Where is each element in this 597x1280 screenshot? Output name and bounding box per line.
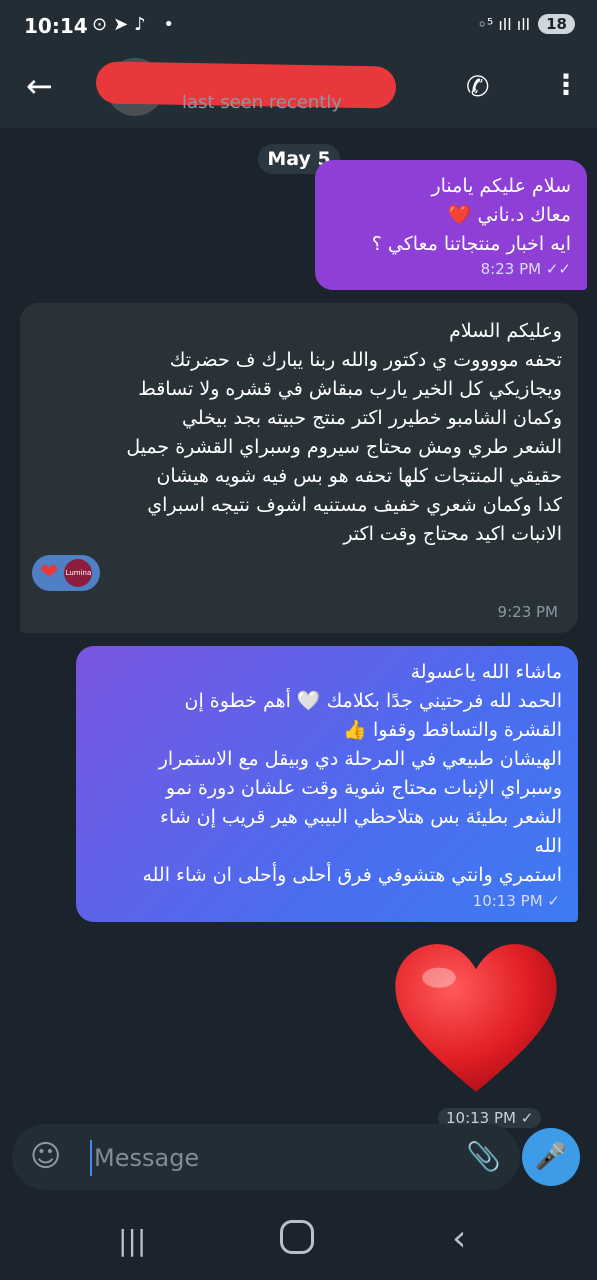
message-line: تحفه مووووت ي دكتور والله ربنا يبارك ف ح…	[169, 349, 562, 371]
chat-area[interactable]: May 5 سلام عليكم يامنار معاك د.ناني ❤️ ا…	[0, 128, 597, 1128]
message-line: القشرة والتساقط وقفوا 👍	[343, 719, 562, 741]
status-bar: 10:14 ⊙➤♪ • ◦⁵ ıll ıll 18	[0, 0, 597, 52]
check-icon: ✓	[547, 892, 560, 910]
message-line: الحمد لله فرحتيني جدًا بكلامك 🤍 أهم خطوة…	[184, 690, 562, 712]
message-line: وعليكم السلام	[449, 320, 562, 342]
phone-call-icon[interactable]: ✆	[466, 70, 489, 103]
outgoing-message[interactable]: ماشاء الله ياعسولة الحمد لله فرحتيني جدً…	[76, 646, 578, 922]
home-icon[interactable]	[280, 1220, 314, 1254]
message-time: 10:13 PM	[472, 892, 543, 910]
message-line: استمري وانتي هتشوفي فرق أحلى وأحلى ان شا…	[142, 864, 562, 886]
message-line: وسبراي الإنبات محتاج شوية وقت علشان دورة…	[165, 777, 562, 799]
reactor-avatar: Lumina	[64, 559, 93, 587]
status-time: 10:14	[24, 14, 88, 38]
chat-header: ← last seen recently ✆ ⋮	[0, 52, 597, 128]
message-line: ويجازيكي كل الخير يارب مبقاش في قشره ولا…	[138, 378, 562, 400]
message-line: الله	[534, 835, 562, 857]
message-meta: 10:13 PM ✓	[473, 887, 560, 916]
microphone-icon: 🎤	[534, 1142, 568, 1172]
message-line: الشعر طري ومش محتاج سيروم وسبراي القشرة …	[126, 436, 562, 458]
back-arrow-icon[interactable]: ←	[26, 68, 53, 104]
message-line: ماشاء الله ياعسولة	[410, 661, 562, 683]
last-seen-status: last seen recently	[182, 92, 343, 113]
check-icon: ✓	[520, 1109, 534, 1127]
reaction-pill[interactable]: ❤ Lumina	[32, 555, 101, 591]
message-composer: ☺ 📎	[12, 1124, 520, 1190]
message-line: الهيشان طبيعي في المرحلة دي وبيقل مع الا…	[158, 748, 562, 770]
heart-emoji-message[interactable]	[392, 938, 560, 1098]
message-input[interactable]	[90, 1140, 436, 1176]
message-line: حقيقي المنتجات كلها تحفه هو بس فيه شويه …	[156, 465, 562, 487]
emoji-icon[interactable]: ☺	[30, 1140, 61, 1174]
message-line: سلام عليكم يامنار	[431, 175, 571, 197]
message-line: وكمان الشامبو خطيرر اكتر منتج حبيته بجد …	[182, 407, 562, 429]
message-line: كدا وكمان شعري خفيف مستنيه اشوف نتيجه اس…	[147, 494, 562, 516]
system-nav-bar: ||| ‹	[0, 1196, 597, 1280]
recent-apps-icon[interactable]: |||	[118, 1224, 146, 1257]
message-line: معاك د.ناني ❤️	[447, 204, 571, 226]
microphone-button[interactable]: 🎤	[522, 1128, 580, 1186]
outgoing-message[interactable]: سلام عليكم يامنار معاك د.ناني ❤️ ايه اخب…	[315, 160, 587, 290]
nav-back-icon[interactable]: ‹	[452, 1218, 466, 1259]
message-meta: 8:23 PM ✓✓	[481, 255, 571, 284]
heart-reaction-icon: ❤	[40, 560, 59, 585]
notification-icons: ⊙➤♪ •	[92, 14, 180, 35]
message-line: الشعر بطيئة بس هتلاحظي البيبي هير قريب إ…	[159, 806, 562, 828]
double-check-icon: ✓✓	[545, 260, 571, 278]
status-right: ◦⁵ ıll ıll 18	[477, 14, 575, 34]
battery-icon: 18	[538, 14, 575, 34]
message-line: الانبات اكيد محتاج وقت اكتر	[343, 523, 562, 545]
incoming-message[interactable]: وعليكم السلام تحفه مووووت ي دكتور والله …	[20, 303, 578, 633]
message-time: 8:23 PM	[480, 260, 542, 278]
signal-icon: ◦⁵ ıll ıll	[477, 14, 531, 34]
attach-icon[interactable]: 📎	[466, 1140, 501, 1174]
more-menu-icon[interactable]: ⋮	[552, 68, 580, 101]
message-time: 9:23 PM	[497, 603, 558, 621]
